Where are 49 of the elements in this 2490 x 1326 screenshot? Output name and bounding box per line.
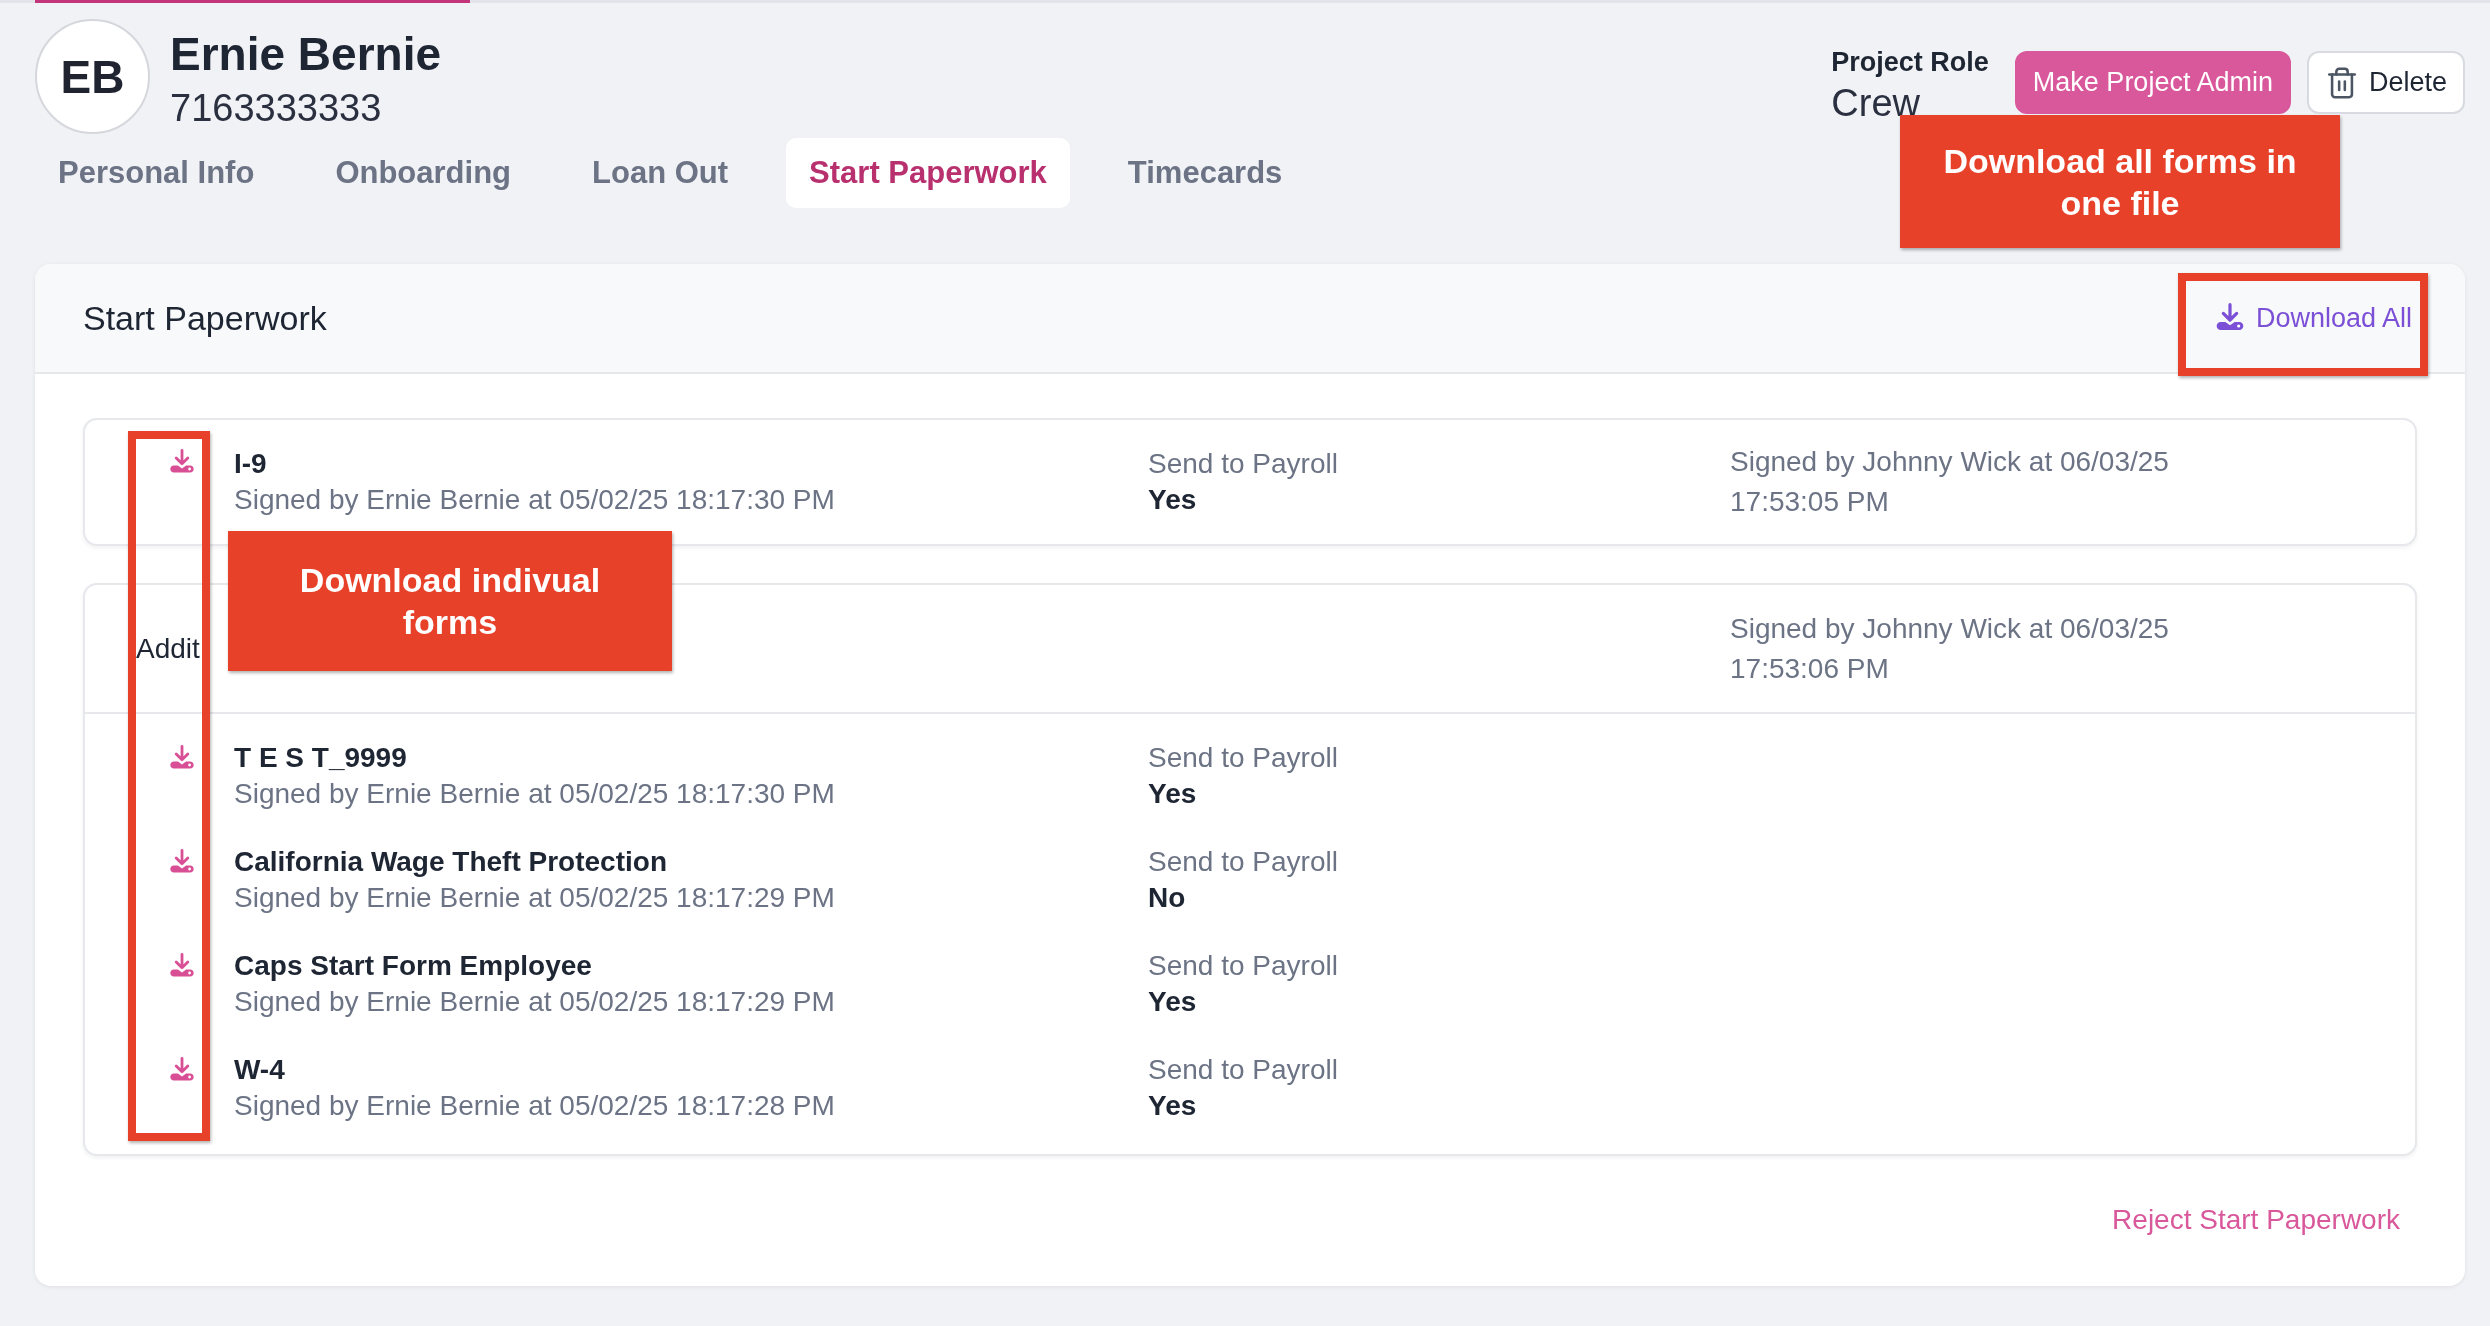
- signed-text: Signed by Ernie Bernie at 05/02/25 18:17:30 PM: [234, 484, 836, 516]
- download-icon: [168, 448, 196, 476]
- form-name: W-4: [234, 1054, 286, 1086]
- approval-text: Signed by Johnny Wick at 06/03/25 17:53:06 PM: [1730, 611, 2170, 686]
- annotation-callout: Download all forms in one file: [1900, 115, 2340, 248]
- tab[interactable]: Loan Out: [569, 138, 752, 208]
- tab[interactable]: Onboarding: [312, 138, 535, 208]
- annotation-callout: Download indivual forms: [228, 531, 672, 671]
- payroll-label: Send to Payroll: [1148, 950, 1339, 982]
- user-name: Ernie Bernie: [170, 27, 441, 81]
- tab[interactable]: Start Paperwork: [786, 138, 1070, 208]
- signed-text: Signed by Ernie Bernie at 05/02/25 18:17:30 PM: [234, 778, 836, 810]
- payroll-value: Yes: [1148, 986, 1198, 1018]
- form-name: Caps Start Form Employee: [234, 950, 593, 982]
- payroll-value: Yes: [1148, 778, 1198, 810]
- payroll-value: Yes: [1148, 484, 1198, 516]
- payroll-label: Send to Payroll: [1148, 1054, 1339, 1086]
- form-name: T E S T_9999: [234, 742, 408, 774]
- download-button[interactable]: [168, 448, 196, 476]
- download-button[interactable]: [168, 744, 196, 772]
- make-admin-button[interactable]: Make Project Admin: [2014, 51, 2291, 114]
- delete-button[interactable]: Delete: [2306, 51, 2465, 114]
- payroll-value: Yes: [1148, 1090, 1198, 1122]
- phone-number: 7163333333: [170, 87, 383, 130]
- download-button[interactable]: [168, 848, 196, 876]
- form-name: California Wage Theft Protection: [234, 846, 668, 878]
- tab[interactable]: Personal Info: [35, 138, 278, 208]
- card-title: Start Paperwork: [83, 298, 327, 338]
- payroll-value: No: [1148, 882, 1187, 914]
- download-icon: [168, 1056, 196, 1084]
- download-icon: [168, 848, 196, 876]
- payroll-label: Send to Payroll: [1148, 448, 1339, 480]
- role-label: Project Role: [1831, 47, 1989, 78]
- avatar: EB: [35, 19, 150, 134]
- download-button[interactable]: [168, 1056, 196, 1084]
- signed-text: Signed by Ernie Bernie at 05/02/25 18:17:29 PM: [234, 986, 836, 1018]
- download-icon: [168, 952, 196, 980]
- download-icon: [168, 744, 196, 772]
- payroll-label: Send to Payroll: [1148, 846, 1339, 878]
- download-all-button[interactable]: Download All: [2205, 296, 2420, 340]
- download-button[interactable]: [168, 952, 196, 980]
- payroll-label: Send to Payroll: [1148, 742, 1339, 774]
- signed-text: Signed by Ernie Bernie at 05/02/25 18:17:28 PM: [234, 1090, 836, 1122]
- signed-text: Signed by Ernie Bernie at 05/02/25 18:17:29 PM: [234, 882, 836, 914]
- approval-text: Signed by Johnny Wick at 06/03/25 17:53:05 PM: [1730, 445, 2170, 519]
- section-title: Addit: [136, 632, 200, 665]
- reject-link[interactable]: Reject Start Paperwork: [2112, 1204, 2400, 1236]
- tab[interactable]: Timecards: [1104, 138, 1306, 208]
- form-name: I-9: [234, 448, 268, 480]
